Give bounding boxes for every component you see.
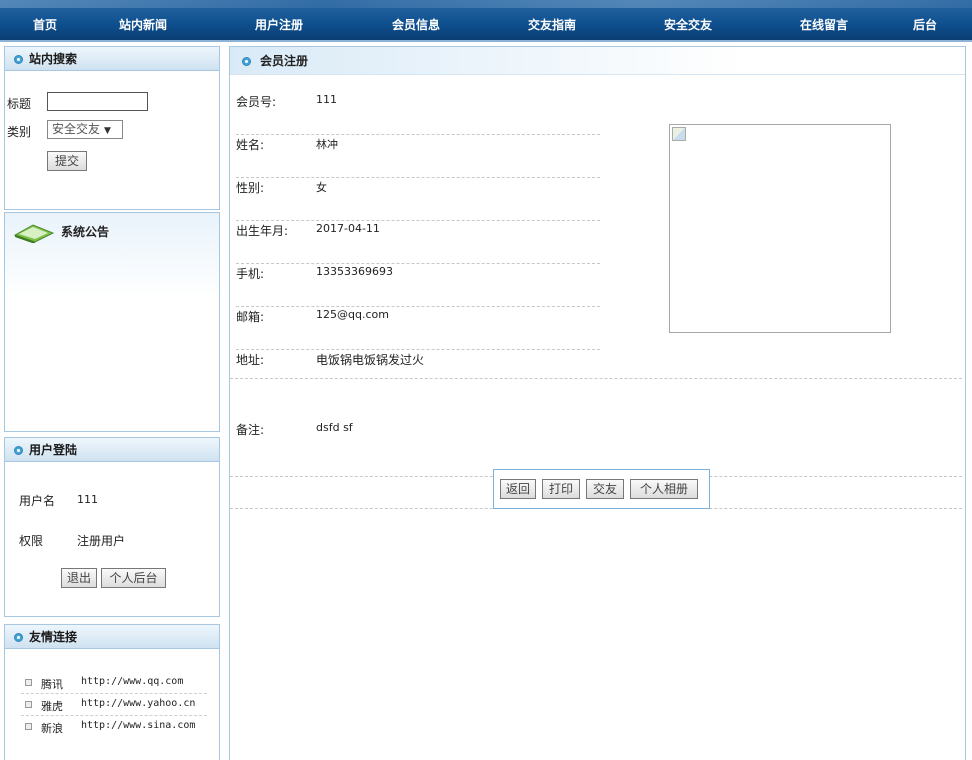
links-panel-title: 友情连接 — [29, 630, 78, 644]
remark-value: dsfd sf — [316, 421, 353, 434]
address-label: 地址: — [236, 353, 265, 367]
email-label: 邮箱: — [236, 310, 265, 324]
nav-site-news[interactable]: 站内新闻 — [119, 16, 167, 33]
login-panel-title: 用户登陆 — [29, 443, 78, 457]
print-button[interactable]: 打印 — [542, 479, 580, 499]
make-friend-button[interactable]: 交友 — [586, 479, 624, 499]
logout-button[interactable]: 退出 — [61, 568, 97, 588]
link-name[interactable]: 腾讯 — [41, 676, 63, 692]
link-item[interactable]: 腾讯 http://www.qq.com — [21, 672, 207, 694]
notice-panel-header: 系统公告 — [5, 213, 219, 253]
search-form: 标题 类别 安全交友 ▼ 提交 — [5, 71, 219, 209]
role-value: 注册用户 — [77, 534, 126, 548]
bullet-icon — [242, 57, 251, 66]
book-icon — [13, 224, 55, 243]
friend-links-panel: 友情连接 腾讯 http://www.qq.com 雅虎 http://www.… — [4, 624, 220, 760]
category-select-value: 安全交友 — [52, 122, 101, 136]
personal-backend-button[interactable]: 个人后台 — [101, 568, 166, 588]
remark-row: 备注: dsfd sf — [230, 379, 962, 477]
top-navigation: 首页 站内新闻 用户注册 会员信息 交友指南 安全交友 在线留言 后台 — [0, 0, 972, 42]
bullet-icon — [14, 446, 23, 455]
search-panel-header: 站内搜索 — [5, 47, 219, 71]
phone-value: 13353369693 — [316, 265, 393, 278]
nav-home[interactable]: 首页 — [33, 16, 57, 33]
notice-panel: 系统公告 — [4, 212, 220, 432]
nav-user-register[interactable]: 用户注册 — [255, 16, 303, 33]
personal-album-button[interactable]: 个人相册 — [630, 479, 698, 499]
phone-row: 手机: 13353369693 — [236, 265, 600, 307]
birth-date-row: 出生年月: 2017-04-11 — [236, 222, 600, 264]
nav-backend[interactable]: 后台 — [913, 16, 937, 33]
links-list: 腾讯 http://www.qq.com 雅虎 http://www.yahoo… — [5, 649, 219, 749]
member-photo — [669, 124, 891, 333]
email-row: 邮箱: 125@qq.com — [236, 308, 600, 350]
name-value: 林冲 — [316, 138, 338, 151]
bullet-icon — [14, 633, 23, 642]
category-select[interactable]: 安全交友 ▼ — [47, 120, 123, 139]
link-url[interactable]: http://www.sina.com — [81, 720, 195, 731]
nav-member-info[interactable]: 会员信息 — [392, 16, 440, 33]
gender-value: 女 — [316, 181, 327, 194]
search-panel-title: 站内搜索 — [29, 52, 78, 66]
username-value: 111 — [77, 493, 98, 506]
member-detail-panel: 会员注册 会员号: 111 姓名: 林冲 性别: 女 出生年月: 2017-04… — [229, 46, 966, 760]
member-panel-title: 会员注册 — [260, 54, 309, 68]
nav-decorative-stripe — [0, 0, 972, 8]
user-login-panel: 用户登陆 用户名 111 权限 注册用户 退出 个人后台 — [4, 437, 220, 617]
nav-safe-dating[interactable]: 安全交友 — [664, 16, 712, 33]
member-panel-header: 会员注册 — [230, 47, 965, 75]
notice-panel-title: 系统公告 — [61, 225, 110, 239]
role-label: 权限 — [19, 534, 44, 548]
phone-label: 手机: — [236, 267, 265, 281]
square-bullet-icon — [25, 679, 32, 686]
remark-label: 备注: — [236, 423, 265, 437]
nav-dating-guide[interactable]: 交友指南 — [528, 16, 576, 33]
square-bullet-icon — [25, 723, 32, 730]
member-id-label: 会员号: — [236, 95, 277, 109]
username-label: 用户名 — [19, 494, 56, 508]
category-label: 类别 — [7, 125, 32, 139]
dropdown-arrow-icon: ▼ — [104, 126, 111, 136]
login-panel-header: 用户登陆 — [5, 438, 219, 462]
search-panel: 站内搜索 标题 类别 安全交友 ▼ 提交 — [4, 46, 220, 210]
login-info: 用户名 111 权限 注册用户 退出 个人后台 — [5, 462, 219, 616]
links-panel-header: 友情连接 — [5, 625, 219, 649]
action-button-group: 返回 打印 交友 个人相册 — [493, 469, 710, 509]
back-button[interactable]: 返回 — [500, 479, 536, 499]
email-value: 125@qq.com — [316, 308, 389, 321]
name-label: 姓名: — [236, 138, 265, 152]
square-bullet-icon — [25, 701, 32, 708]
link-url[interactable]: http://www.yahoo.cn — [81, 698, 195, 709]
link-url[interactable]: http://www.qq.com — [81, 676, 183, 687]
gender-row: 性别: 女 — [236, 179, 600, 221]
link-name[interactable]: 雅虎 — [41, 698, 63, 714]
member-id-row: 会员号: 111 — [236, 93, 600, 135]
name-row: 姓名: 林冲 — [236, 136, 600, 178]
address-value: 电饭锅电饭锅发过火 — [316, 353, 425, 367]
birth-date-label: 出生年月: — [236, 224, 289, 238]
link-item[interactable]: 雅虎 http://www.yahoo.cn — [21, 694, 207, 716]
broken-image-icon — [672, 127, 686, 141]
member-id-value: 111 — [316, 93, 337, 106]
link-item[interactable]: 新浪 http://www.sina.com — [21, 716, 207, 738]
nav-online-message[interactable]: 在线留言 — [800, 16, 848, 33]
title-label: 标题 — [7, 97, 32, 111]
address-row: 地址: 电饭锅电饭锅发过火 — [230, 351, 962, 379]
submit-button[interactable]: 提交 — [47, 151, 87, 171]
title-search-input[interactable] — [47, 92, 148, 111]
birth-date-value: 2017-04-11 — [316, 222, 380, 235]
bullet-icon — [14, 55, 23, 64]
link-name[interactable]: 新浪 — [41, 720, 63, 736]
gender-label: 性别: — [236, 181, 265, 195]
